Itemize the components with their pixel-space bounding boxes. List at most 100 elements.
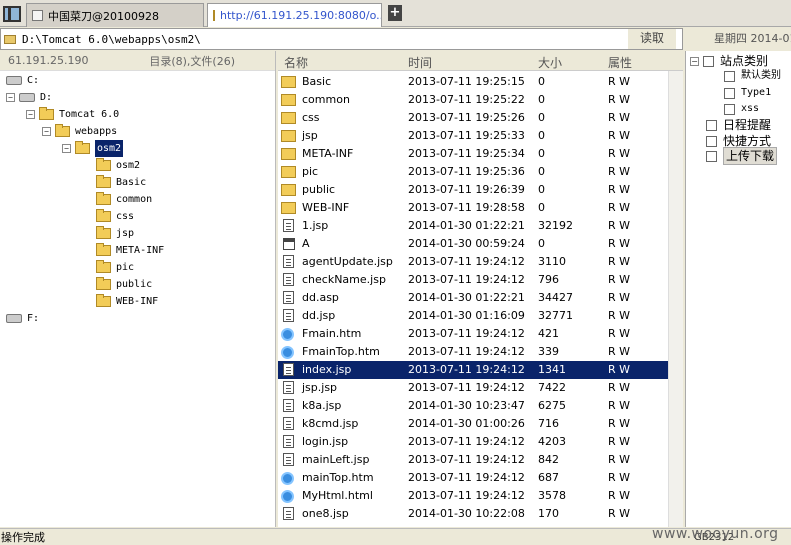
tree-node[interactable]: − D: [6, 89, 52, 106]
file-row[interactable]: META-INF 2013-07-11 19:25:34 0 R W [278, 145, 668, 163]
file-attr: R W [608, 147, 631, 160]
file-name: Fmain.htm [302, 327, 362, 340]
column-size[interactable]: 大小 [538, 54, 562, 71]
file-size: 842 [538, 453, 559, 466]
category-item[interactable]: xss [724, 101, 759, 117]
file-row[interactable]: WEB-INF 2013-07-11 19:28:58 0 R W [278, 199, 668, 217]
file-row[interactable]: common 2013-07-11 19:25:22 0 R W [278, 91, 668, 109]
file-row[interactable]: index.jsp 2013-07-11 19:24:12 1341 R W [278, 361, 668, 379]
tree-node[interactable]: osm2 [96, 157, 140, 174]
file-icon [283, 291, 294, 304]
tree-header: 61.191.25.190 目录(8),文件(26) [0, 51, 275, 71]
column-name[interactable]: 名称 [284, 54, 308, 71]
file-attr: R W [608, 273, 631, 286]
ie-page-icon [281, 490, 294, 503]
tree-node[interactable]: jsp [96, 225, 134, 242]
category-item[interactable]: 日程提醒 [706, 117, 771, 133]
file-size: 716 [538, 417, 559, 430]
file-row[interactable]: FmainTop.htm 2013-07-11 19:24:12 339 R W [278, 343, 668, 361]
file-size: 0 [538, 147, 545, 160]
file-row[interactable]: css 2013-07-11 19:25:26 0 R W [278, 109, 668, 127]
new-tab-button[interactable]: + [388, 5, 402, 21]
file-name: k8cmd.jsp [302, 417, 359, 430]
column-attr[interactable]: 属性 [608, 54, 632, 71]
folder-icon [281, 148, 296, 160]
category-item[interactable]: 默认类别 [724, 68, 781, 84]
server-ip: 61.191.25.190 [8, 54, 89, 67]
file-row[interactable]: k8cmd.jsp 2014-01-30 01:00:26 716 R W [278, 415, 668, 433]
application-icon [283, 238, 295, 250]
file-icon [283, 363, 294, 376]
file-name: dd.asp [302, 291, 339, 304]
category-item[interactable]: 上传下载 [706, 147, 778, 165]
tree-node[interactable]: public [96, 276, 152, 293]
file-row[interactable]: one8.jsp 2014-01-30 10:22:08 170 R W [278, 505, 668, 523]
file-name: common [302, 93, 350, 106]
tree-node[interactable]: WEB-INF [96, 293, 158, 310]
file-row[interactable]: k8a.jsp 2014-01-30 10:23:47 6275 R W [278, 397, 668, 415]
tab-caidao[interactable]: 中国菜刀@20100928 [26, 3, 204, 27]
category-item[interactable]: − 站点类别 [690, 53, 768, 69]
expander-icon[interactable]: − [62, 144, 71, 153]
file-row[interactable]: Basic 2013-07-11 19:25:15 0 R W [278, 73, 668, 91]
tree-node[interactable]: pic [96, 259, 134, 276]
file-name: one8.jsp [302, 507, 349, 520]
file-time: 2014-01-30 10:23:47 [408, 399, 525, 412]
file-name: 1.jsp [302, 219, 329, 232]
app-icon[interactable] [3, 6, 21, 22]
category-item[interactable]: Type1 [724, 85, 771, 101]
tree-node-label: common [116, 194, 153, 205]
file-list-scrollbar[interactable] [668, 71, 683, 527]
tab-shell-url[interactable]: http://61.191.25.190:8080/o... [207, 3, 382, 27]
tree-node[interactable]: Basic [96, 174, 146, 191]
file-row[interactable]: jsp 2013-07-11 19:25:33 0 R W [278, 127, 668, 145]
expander-icon[interactable]: − [690, 56, 699, 66]
expander-icon[interactable]: − [42, 127, 51, 136]
folder-icon [55, 124, 70, 137]
file-row[interactable]: Fmain.htm 2013-07-11 19:24:12 421 R W [278, 325, 668, 343]
tree-node-label: META-INF [116, 245, 165, 256]
tree-node[interactable]: − Tomcat 6.0 [26, 106, 119, 123]
file-row[interactable]: mainLeft.jsp 2013-07-11 19:24:12 842 R W [278, 451, 668, 469]
expander-icon[interactable]: − [6, 93, 15, 102]
file-size: 34427 [538, 291, 573, 304]
tree-node-label: Tomcat 6.0 [59, 109, 120, 120]
file-time: 2013-07-11 19:24:12 [408, 381, 525, 394]
file-row[interactable]: agentUpdate.jsp 2013-07-11 19:24:12 3110 R … [278, 253, 668, 271]
tree-node-label: pic [116, 262, 135, 273]
file-row[interactable]: 1.jsp 2014-01-30 01:22:21 32192 R W [278, 217, 668, 235]
file-row[interactable]: public 2013-07-11 19:26:39 0 R W [278, 181, 668, 199]
file-row[interactable]: jsp.jsp 2013-07-11 19:24:12 7422 R W [278, 379, 668, 397]
read-button[interactable]: 读取 [628, 29, 676, 49]
file-row[interactable]: login.jsp 2013-07-11 19:24:12 4203 R W [278, 433, 668, 451]
file-row[interactable]: mainTop.htm 2013-07-11 19:24:12 687 R W [278, 469, 668, 487]
file-row[interactable]: A 2014-01-30 00:59:24 0 R W [278, 235, 668, 253]
folder-icon [96, 260, 111, 273]
file-row[interactable]: pic 2013-07-11 19:25:36 0 R W [278, 163, 668, 181]
folder-icon [96, 277, 111, 290]
path-input[interactable] [22, 32, 644, 46]
file-name: index.jsp [302, 363, 352, 376]
file-attr: R W [608, 327, 631, 340]
tree-node[interactable]: F: [6, 310, 39, 327]
tree-node[interactable]: css [96, 208, 134, 225]
tree-node[interactable]: common [96, 191, 152, 208]
tree-node[interactable]: − webapps [42, 123, 117, 140]
folder-icon [281, 202, 296, 214]
file-row[interactable]: MyHtml.html 2013-07-11 19:24:12 3578 R W [278, 487, 668, 505]
file-row[interactable]: checkName.jsp 2013-07-11 19:24:12 796 R W [278, 271, 668, 289]
tree-node[interactable]: C: [6, 72, 39, 89]
file-row[interactable]: dd.jsp 2014-01-30 01:16:09 32771 R W [278, 307, 668, 325]
tree-node[interactable]: META-INF [96, 242, 164, 259]
expander-icon[interactable]: − [26, 110, 35, 119]
file-size: 1341 [538, 363, 566, 376]
file-attr: R W [608, 111, 631, 124]
tree-node[interactable]: − osm2 [62, 140, 124, 157]
file-icon [283, 381, 294, 394]
file-row[interactable]: dd.asp 2014-01-30 01:22:21 34427 R W [278, 289, 668, 307]
tree-node-label: jsp [116, 228, 135, 239]
file-size: 3578 [538, 489, 566, 502]
column-time[interactable]: 时间 [408, 54, 432, 71]
folder-icon [96, 243, 111, 256]
address-bar: ± ▽ [0, 28, 683, 50]
